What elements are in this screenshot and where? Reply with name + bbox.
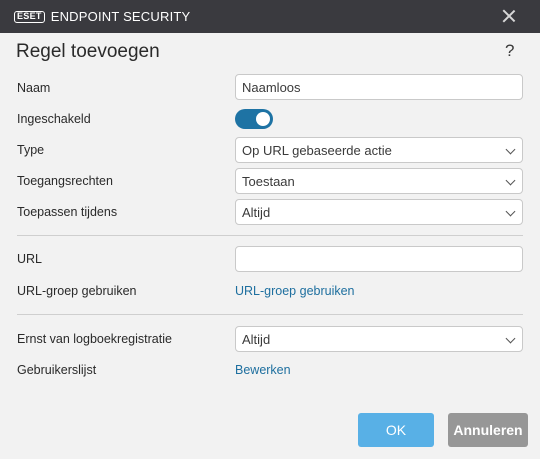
- gebruikers-label: Gebruikerslijst: [17, 363, 97, 377]
- toepassen-select[interactable]: Altijd: [235, 199, 523, 225]
- type-label: Type: [17, 143, 45, 157]
- type-select[interactable]: Op URL gebaseerde actie: [235, 137, 523, 163]
- help-icon[interactable]: ?: [505, 41, 514, 61]
- ernst-select[interactable]: Altijd: [235, 326, 523, 352]
- chevron-down-icon: [505, 206, 516, 217]
- naam-value: Naamloos: [242, 79, 301, 95]
- ernst-label: Ernst van logboekregistratie: [17, 332, 172, 346]
- type-value: Op URL gebaseerde actie: [242, 142, 392, 158]
- chevron-down-icon: [505, 144, 516, 155]
- chevron-down-icon: [505, 333, 516, 344]
- toggle-knob: [256, 112, 270, 126]
- ingeschakeld-label: Ingeschakeld: [17, 112, 91, 126]
- chevron-down-icon: [505, 175, 516, 186]
- logo-box: ESET: [14, 10, 45, 23]
- toegangsrechten-select[interactable]: Toestaan: [235, 168, 523, 194]
- close-icon[interactable]: [502, 9, 516, 23]
- ok-button[interactable]: OK: [358, 413, 434, 447]
- naam-label: Naam: [17, 81, 51, 95]
- bewerken-link[interactable]: Bewerken: [235, 363, 291, 377]
- title-bar: ESET ENDPOINT SECURITY: [0, 0, 540, 33]
- cancel-button[interactable]: Annuleren: [448, 413, 528, 447]
- ingeschakeld-toggle[interactable]: [235, 109, 273, 129]
- logo-text: ENDPOINT SECURITY: [50, 9, 191, 24]
- toepassen-value: Altijd: [242, 204, 271, 220]
- urlgroep-label: URL-groep gebruiken: [17, 284, 137, 298]
- toegangsrechten-label: Toegangsrechten: [17, 174, 113, 188]
- dialog-title: Regel toevoegen: [16, 41, 160, 62]
- ernst-value: Altijd: [242, 331, 271, 347]
- toegangsrechten-value: Toestaan: [242, 173, 295, 189]
- url-input[interactable]: [235, 246, 523, 272]
- url-label: URL: [17, 252, 43, 266]
- urlgroep-link[interactable]: URL-groep gebruiken: [235, 284, 355, 298]
- divider: [17, 314, 523, 315]
- eset-logo: ESET ENDPOINT SECURITY: [14, 9, 191, 24]
- toepassen-label: Toepassen tijdens: [17, 205, 118, 219]
- divider: [17, 235, 523, 236]
- naam-input[interactable]: Naamloos: [235, 74, 523, 100]
